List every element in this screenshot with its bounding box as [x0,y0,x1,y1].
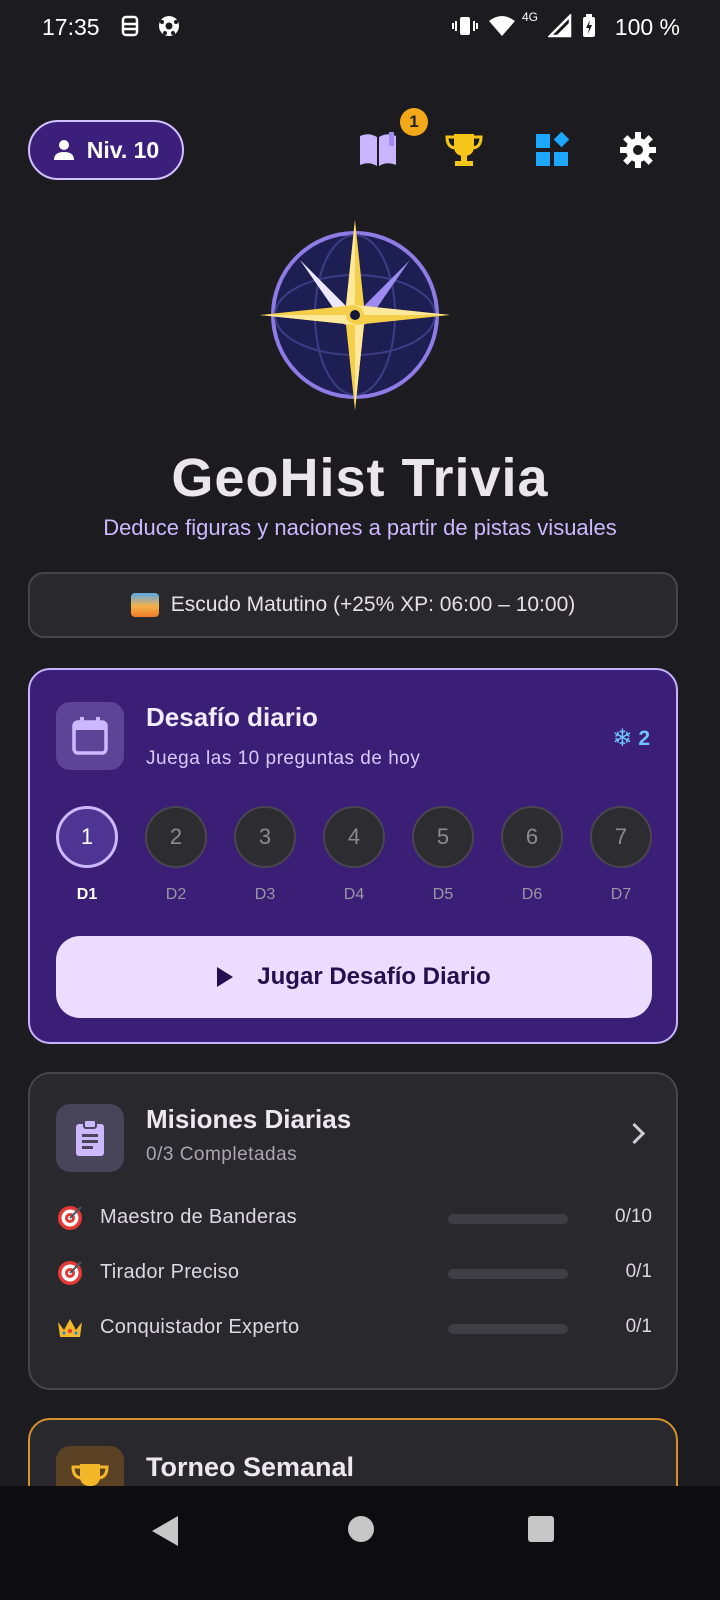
play-daily-label: Jugar Desafío Diario [257,963,491,990]
missions-title: Misiones Diarias [146,1104,352,1134]
sunrise-icon [130,593,159,617]
day-4-circle: 4 [323,806,385,868]
tournament-title: Torneo Semanal [146,1452,355,1482]
daily-missions-card[interactable]: Misiones Diarias 0/3 Completadas Maestro… [28,1072,678,1390]
daily-challenge-card: Desafío diario Juega las 10 preguntas de… [28,668,678,1044]
mission-count: 0/1 [625,1261,652,1282]
crown-icon [58,1319,82,1337]
daily-subtitle: Juega las 10 preguntas de hoy [146,748,421,769]
calendar-icon [56,702,124,770]
compass-logo [250,215,460,415]
status-time: 17:35 [42,14,100,40]
mission-row: Tirador Preciso 0/1 [56,1259,652,1289]
mission-name: Maestro de Banderas [100,1206,297,1228]
bonus-text: Escudo Matutino (+25% XP: 06:00 – 10:00) [170,593,576,616]
person-icon [53,140,74,160]
chevron-right-icon[interactable] [623,1122,646,1145]
battery-charging-icon [582,14,596,44]
day-1-circle[interactable]: 1 [56,806,118,868]
vpn-key-icon [120,14,140,44]
day-2-label: D2 [165,886,187,903]
day-5-label: D5 [432,886,454,903]
recents-icon[interactable] [528,1516,554,1542]
mission-name: Conquistador Experto [100,1316,300,1338]
level-chip[interactable]: Niv. 10 [28,120,184,180]
back-icon[interactable] [152,1516,178,1546]
day-3-circle: 3 [234,806,296,868]
mission-count: 0/1 [625,1316,652,1337]
trophy-icon[interactable] [442,128,486,172]
vibrate-icon [452,14,478,44]
day-3-label: D3 [254,886,276,903]
play-icon [217,967,234,987]
level-label: Niv. 10 [86,136,160,163]
day-4-label: D4 [343,886,365,903]
day-7-label: D7 [610,886,632,903]
network-type: 4G [522,10,539,24]
mission-progress-bar [448,1324,568,1334]
day-6-label: D6 [521,886,543,903]
mission-count: 0/10 [615,1206,652,1227]
snowflake-icon: ❄ [612,725,633,752]
mission-progress-bar [448,1269,568,1279]
mission-row: Conquistador Experto 0/1 [56,1314,652,1344]
widgets-icon[interactable] [530,128,574,172]
play-daily-button[interactable]: Jugar Desafío Diario [56,936,652,1018]
book-icon[interactable] [356,128,400,172]
streak-freeze: ❄ 2 [612,724,650,753]
day-2-circle: 2 [145,806,207,868]
day-7-circle: 7 [590,806,652,868]
day-6-circle: 6 [501,806,563,868]
day-5-circle: 5 [412,806,474,868]
day-1-label: D1 [76,886,98,903]
app-subtitle: Deduce figuras y naciones a partir de pi… [103,515,617,540]
mission-progress-bar [448,1214,568,1224]
gear-icon[interactable] [616,128,660,172]
clipboard-icon [56,1104,124,1172]
status-bar: 17:35 4G 100 % [0,0,720,56]
target-icon [58,1206,82,1230]
mission-name: Tirador Preciso [100,1261,240,1283]
freeze-count: 2 [638,726,650,750]
mission-row: Maestro de Banderas 0/10 [56,1204,652,1234]
missions-subtitle: 0/3 Completadas [146,1144,298,1165]
signal-icon [546,12,572,44]
app-title: GeoHist Trivia [171,448,549,508]
navigation-bar [0,1486,720,1600]
soccer-ball-icon [157,14,181,44]
bonus-banner: Escudo Matutino (+25% XP: 06:00 – 10:00) [28,572,678,638]
battery-percent: 100 % [614,14,680,40]
notification-badge: 1 [400,108,428,136]
wifi-icon [488,14,516,44]
target-icon [58,1261,82,1285]
daily-title: Desafío diario [146,702,318,732]
home-icon[interactable] [348,1516,374,1542]
